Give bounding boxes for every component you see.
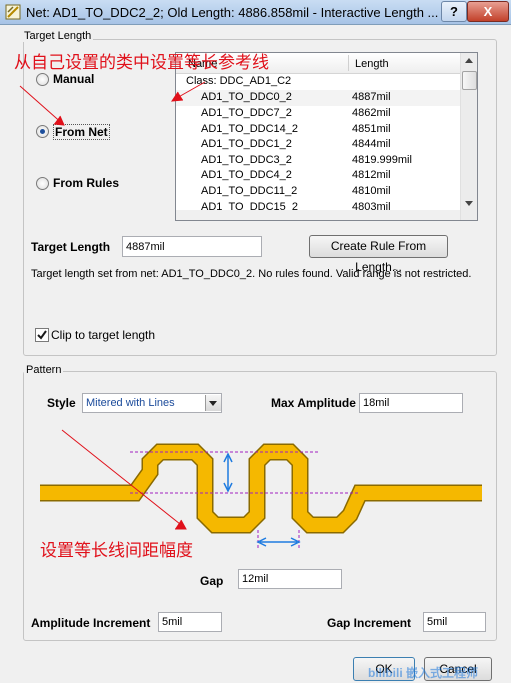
list-item[interactable]: AD1_TO_DDC4_2 4812mil [176, 168, 460, 184]
style-select[interactable]: Mitered with Lines [82, 393, 222, 413]
window-title: Net: AD1_TO_DDC2_2; Old Length: 4886.858… [26, 5, 439, 20]
clip-checkbox[interactable] [35, 328, 49, 342]
net-length: 4812mil [352, 169, 391, 181]
help-button[interactable]: ? [441, 1, 467, 22]
net-name: AD1_TO_DDC14_2 [201, 123, 299, 135]
list-item[interactable]: AD1_TO_DDC0_2 4887mil [176, 90, 460, 106]
clip-label[interactable]: Clip to target length [51, 328, 155, 342]
create-rule-button[interactable]: Create Rule From Length... [309, 235, 448, 274]
net-name: AD1_TO_DDC7_2 [201, 107, 292, 119]
watermark: bilibili 嵌入式工程师 [368, 666, 478, 680]
gap-increment-label: Gap Increment [327, 616, 412, 630]
net-name: AD1_TO_DDC4_2 [201, 169, 292, 181]
annotation-gap-amplitude: 设置等长线间距幅度 [40, 541, 193, 560]
list-item[interactable]: AD1_TO_DDC3_2 4819.999mil [176, 153, 460, 169]
target-length-group-label: Target Length [22, 30, 94, 42]
check-icon [37, 330, 47, 340]
title-bar: Net: AD1_TO_DDC2_2; Old Length: 4886.858… [0, 0, 511, 25]
list-item[interactable]: AD1_TO_DDC1_2 4844mil [176, 137, 460, 153]
column-divider [348, 55, 349, 71]
style-select-value: Mitered with Lines [86, 397, 175, 409]
scroll-up-arrow-icon[interactable] [465, 58, 473, 63]
list-item[interactable]: AD1_TO_DDC7_2 4862mil [176, 106, 460, 122]
net-name: AD1_TO_DDC1_2 [201, 138, 292, 150]
style-label: Style [47, 396, 76, 410]
pattern-group-label: Pattern [24, 364, 64, 376]
column-header-length[interactable]: Length [355, 58, 389, 70]
net-length: 4803mil [352, 201, 391, 210]
dropdown-button[interactable] [205, 395, 221, 411]
class-label: Class: DDC_AD1_C2 [186, 75, 292, 87]
net-name: AD1_TO_DDC11_2 [201, 185, 298, 197]
net-length: 4844mil [352, 138, 391, 150]
from-rules-label[interactable]: From Rules [53, 176, 119, 190]
info-text: Target length set from net: AD1_TO_DDC0_… [31, 268, 472, 280]
class-row[interactable]: Class: DDC_AD1_C2 [176, 74, 460, 89]
list-item[interactable]: AD1_TO_DDC11_2 4810mil [176, 184, 460, 200]
manual-label[interactable]: Manual [53, 72, 94, 86]
list-item[interactable]: AD1_TO_DDC14_2 4851mil [176, 122, 460, 138]
annotation-reference-class: 从自己设置的类中设置等长参考线 [14, 53, 269, 72]
from-rules-radio[interactable] [36, 177, 49, 190]
from-net-label[interactable]: From Net [53, 124, 110, 140]
from-net-radio[interactable] [36, 125, 49, 138]
amplitude-increment-input[interactable]: 5mil [158, 612, 222, 632]
gap-label: Gap [200, 574, 224, 588]
max-amplitude-label: Max Amplitude [271, 396, 356, 410]
net-name: AD1_TO_DDC0_2 [201, 91, 292, 103]
net-length: 4819.999mil [352, 154, 412, 166]
close-button[interactable]: X [467, 1, 509, 22]
net-length: 4810mil [352, 185, 391, 197]
gap-increment-input[interactable]: 5mil [423, 612, 486, 632]
list-item[interactable]: AD1_TO_DDC15_2 4803mil [176, 200, 460, 210]
net-length: 4887mil [352, 91, 391, 103]
net-length: 4851mil [352, 123, 391, 135]
scroll-thumb[interactable] [462, 71, 477, 90]
target-length-input[interactable]: 4887mil [122, 236, 262, 257]
chevron-down-icon [209, 401, 217, 406]
gap-input[interactable]: 12mil [238, 569, 342, 589]
net-list[interactable]: Name Length Class: DDC_AD1_C2 AD1_TO_DDC… [175, 52, 478, 221]
net-length: 4862mil [352, 107, 391, 119]
scroll-down-arrow-icon[interactable] [465, 201, 473, 206]
app-icon [5, 4, 21, 20]
amplitude-increment-label: Amplitude Increment [31, 616, 151, 630]
manual-radio[interactable] [36, 73, 49, 86]
target-length-label: Target Length [31, 240, 111, 254]
list-scrollbar[interactable] [460, 53, 477, 220]
net-name: AD1_TO_DDC3_2 [201, 154, 292, 166]
max-amplitude-input[interactable]: 18mil [359, 393, 463, 413]
net-name: AD1_TO_DDC15_2 [201, 201, 299, 210]
list-bottom-strip [176, 210, 460, 220]
